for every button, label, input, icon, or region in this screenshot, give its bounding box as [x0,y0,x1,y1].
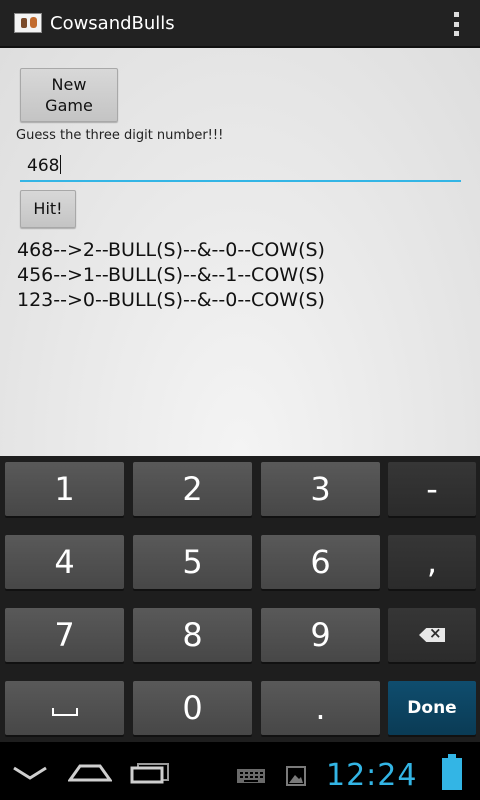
key-3[interactable]: 3 [261,462,380,516]
hit-button[interactable]: Hit! [20,190,76,228]
key-comma[interactable]: , [388,535,476,589]
home-icon[interactable] [68,762,112,784]
key-8[interactable]: 8 [133,608,252,662]
history-item: 123-->0--BULL(S)--&--0--COW(S) [17,289,325,311]
gallery-notification-icon [286,766,306,786]
action-bar: CowsandBulls [0,0,480,48]
space-icon [51,708,78,716]
guess-input[interactable]: 468 [20,152,461,182]
done-key[interactable]: Done [388,681,476,735]
guess-prompt: Guess the three digit number!!! [16,128,224,143]
clock: 12:24 [326,758,418,793]
space-key[interactable] [5,681,124,735]
key-period[interactable]: . [261,681,380,735]
key-0[interactable]: 0 [133,681,252,735]
history-item: 456-->1--BULL(S)--&--1--COW(S) [17,264,325,286]
recent-apps-icon[interactable] [130,762,170,784]
guess-history-list: 468-->2--BULL(S)--&--0--COW(S) 456-->1--… [17,238,325,313]
new-game-button[interactable]: New Game [20,68,118,122]
key-9[interactable]: 9 [261,608,380,662]
key-5[interactable]: 5 [133,535,252,589]
guess-input-value: 468 [27,156,60,176]
back-icon[interactable] [12,764,48,782]
history-item: 468-->2--BULL(S)--&--0--COW(S) [17,239,325,261]
key-2[interactable]: 2 [133,462,252,516]
battery-icon [442,754,462,790]
key-minus[interactable]: - [388,462,476,516]
key-7[interactable]: 7 [5,608,124,662]
backspace-icon [419,628,445,642]
app-title: CowsandBulls [50,12,175,34]
keyboard-icon[interactable] [236,768,266,784]
numeric-keyboard: 1 2 3 - 4 5 6 , 7 8 9 0 . Done [0,456,480,742]
backspace-key[interactable] [388,608,476,662]
cows-bulls-app-icon[interactable] [14,13,42,33]
main-content: New Game Guess the three digit number!!!… [0,48,480,456]
key-4[interactable]: 4 [5,535,124,589]
key-1[interactable]: 1 [5,462,124,516]
key-6[interactable]: 6 [261,535,380,589]
overflow-menu-icon[interactable] [454,12,462,36]
text-cursor [60,155,62,174]
